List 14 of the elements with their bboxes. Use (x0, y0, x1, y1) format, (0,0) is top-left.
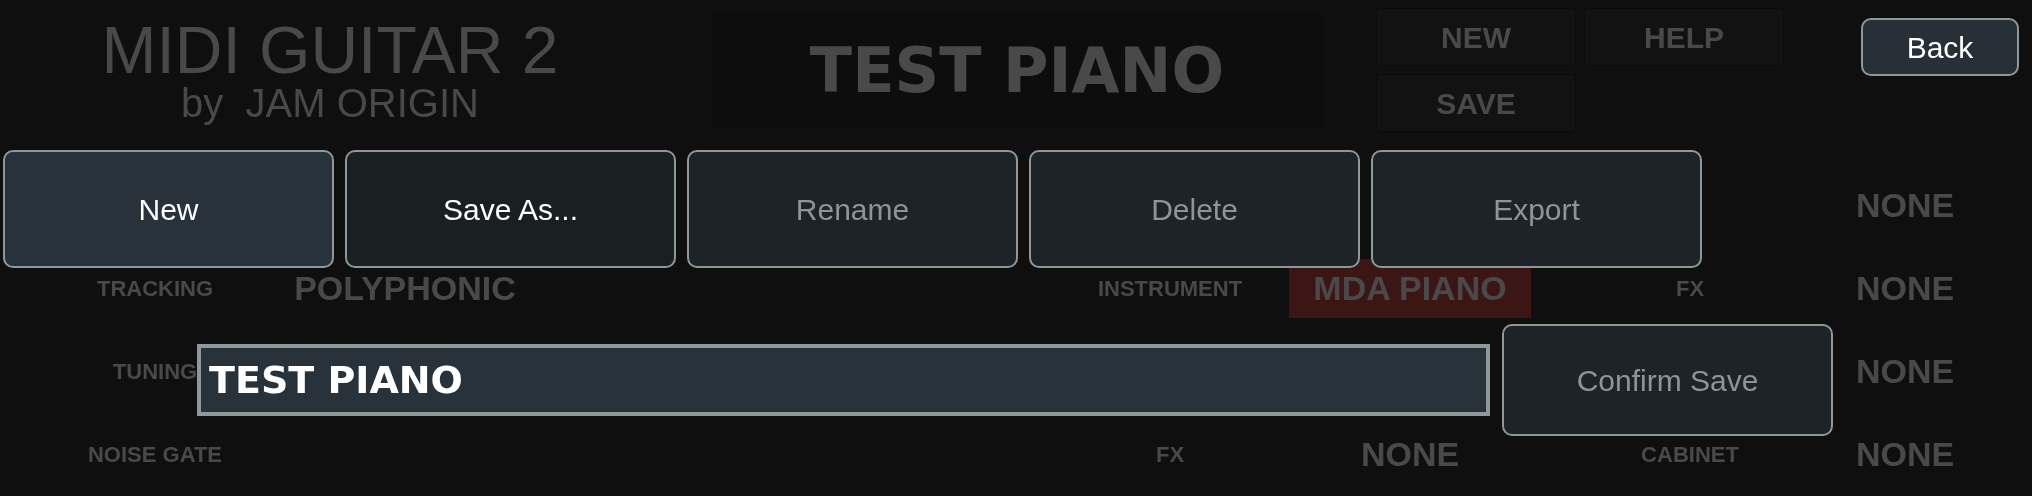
action-button[interactable]: New (3, 150, 334, 268)
name-field[interactable]: TEST PIANO (197, 344, 1490, 416)
panel-label: INSTRUMENT (1097, 275, 1243, 303)
panel-label: TRACKING (96, 275, 214, 303)
logo-title: MIDI GUITAR 2 (101, 17, 559, 83)
action-button[interactable]: Save As... (345, 150, 676, 268)
back-button[interactable]: Back (1861, 18, 2019, 76)
logo-subtitle: by JAM ORIGIN (181, 83, 479, 123)
panel-label: TUNING (112, 358, 198, 386)
panel-label: FX (1675, 275, 1705, 303)
panel-label: CABINET (1641, 441, 1739, 469)
panel-label: NOISE GATE (87, 441, 223, 469)
preset-title: TEST PIANO (809, 32, 1225, 109)
panel-label: FX (1155, 441, 1185, 469)
